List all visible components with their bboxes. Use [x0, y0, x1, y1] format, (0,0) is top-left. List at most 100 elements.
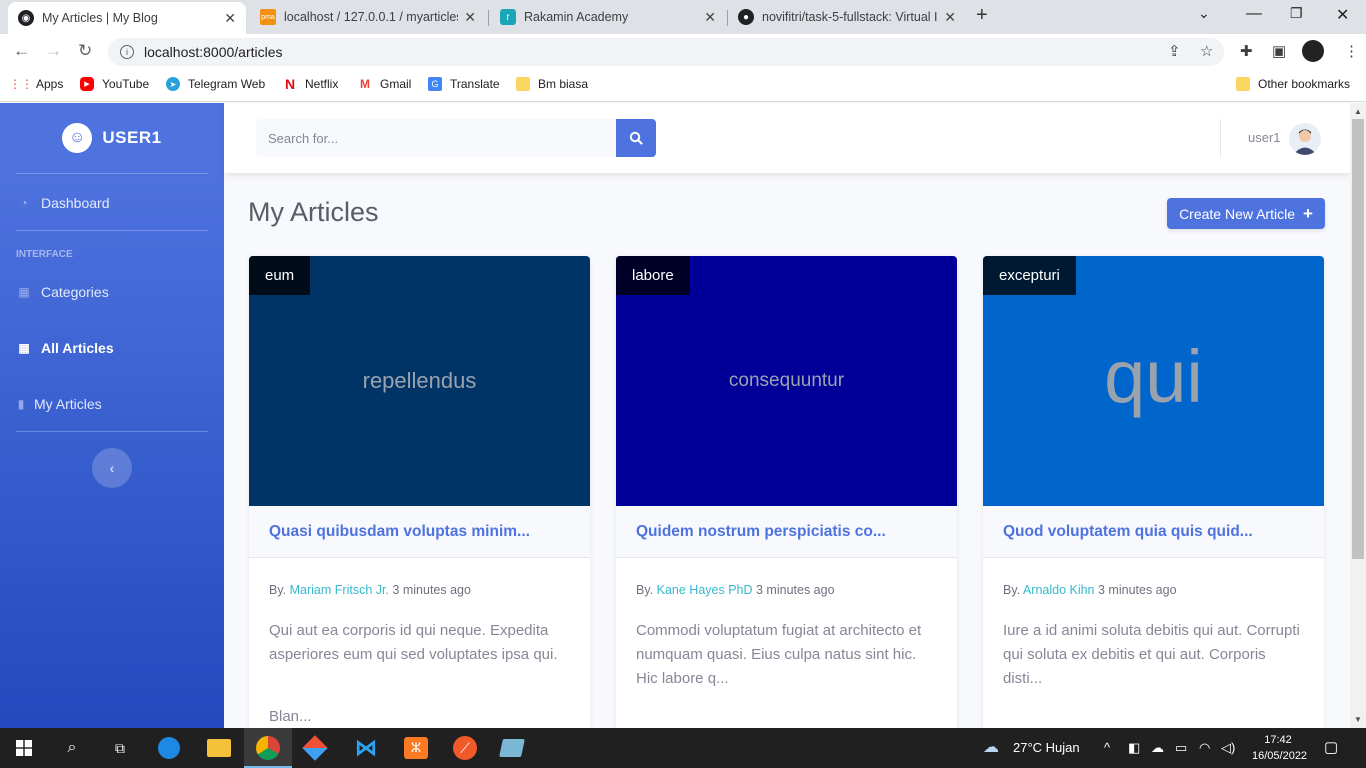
- article-excerpt: Qui aut ea corporis id qui neque. Expedi…: [269, 622, 558, 663]
- close-tab-icon[interactable]: ✕: [704, 9, 716, 26]
- topbar-divider: [1220, 119, 1221, 157]
- meet-now-icon[interactable]: ◧: [1128, 740, 1140, 756]
- table-icon: ▦: [18, 341, 30, 355]
- sidebar-item-all-articles[interactable]: ▦ All Articles: [16, 340, 113, 356]
- new-tab-button[interactable]: +: [976, 4, 988, 27]
- article-title[interactable]: Quidem nostrum perspiciatis co...: [616, 506, 957, 558]
- sidebar-brand[interactable]: ☺ USER1: [0, 103, 224, 173]
- bookmark-netflix[interactable]: N Netflix: [283, 76, 338, 92]
- tachometer-icon: ◔: [20, 196, 28, 210]
- bookmark-youtube[interactable]: ▶ YouTube: [80, 77, 149, 91]
- create-article-button[interactable]: Create New Article +: [1167, 198, 1325, 229]
- show-hidden-icons-icon[interactable]: ^: [1104, 740, 1110, 755]
- extensions-puzzle-icon[interactable]: ✚: [1240, 42, 1253, 60]
- scroll-up-icon[interactable]: ▲: [1354, 107, 1362, 116]
- article-title[interactable]: Quasi quibusdam voluptas minim...: [249, 506, 590, 558]
- bookmark-translate[interactable]: G Translate: [428, 77, 500, 91]
- search-form: [256, 119, 656, 157]
- file-explorer-icon[interactable]: [207, 739, 231, 757]
- phpmyadmin-icon: pma: [260, 9, 276, 25]
- windows-start-icon[interactable]: [12, 736, 36, 760]
- vscode-icon[interactable]: ⋈: [354, 735, 378, 760]
- browser-tab-strip: ◉ My Articles | My Blog ✕ pma localhost …: [0, 0, 1366, 34]
- search-input[interactable]: [256, 119, 616, 157]
- sidebar-toggle-button[interactable]: ‹: [92, 448, 132, 488]
- article-more-text: Blan...: [269, 708, 312, 725]
- xampp-icon[interactable]: ⵣ: [404, 737, 428, 759]
- tab-rakamin[interactable]: r Rakamin Academy ✕: [490, 0, 726, 34]
- laugh-wink-icon: ☺: [62, 123, 93, 153]
- sidebar-item-dashboard[interactable]: ◔ Dashboard: [16, 195, 109, 211]
- sidebar-item-my-articles[interactable]: ▮ My Articles: [16, 396, 102, 412]
- tab-phpmyadmin[interactable]: pma localhost / 127.0.0.1 / myarticles ✕: [250, 0, 486, 34]
- share-icon[interactable]: ⇪: [1168, 42, 1181, 60]
- close-window-icon[interactable]: ✕: [1336, 5, 1349, 25]
- author-link[interactable]: Mariam Fritsch Jr.: [290, 583, 389, 597]
- url-text: localhost:8000/articles: [144, 44, 283, 60]
- github-icon: ●: [738, 9, 754, 25]
- topbar: user1: [224, 103, 1350, 173]
- bookmark-apps[interactable]: ⋮⋮ Apps: [9, 77, 63, 91]
- star-bookmark-icon[interactable]: ☆: [1200, 42, 1213, 60]
- user-avatar[interactable]: [1289, 123, 1321, 155]
- category-badge: labore: [616, 256, 690, 295]
- taskbar-clock[interactable]: 17:42 16/05/2022: [1252, 732, 1307, 764]
- back-arrow-icon[interactable]: ←: [13, 41, 30, 61]
- sidebar-divider: [16, 230, 208, 231]
- postman-icon[interactable]: ⟋: [453, 736, 477, 760]
- battery-icon[interactable]: ▭: [1175, 740, 1187, 756]
- close-tab-icon[interactable]: ✕: [944, 9, 956, 26]
- article-excerpt: Commodi voluptatum fugiat at architecto …: [636, 622, 922, 687]
- bookmark-folder-bm-biasa[interactable]: Bm biasa: [516, 77, 588, 91]
- article-image-text: qui: [1104, 334, 1203, 418]
- user-name[interactable]: user1: [1248, 130, 1281, 145]
- article-title[interactable]: Quod voluptatem quia quis quid...: [983, 506, 1324, 558]
- sidebar-item-categories[interactable]: ▦ Categories: [16, 284, 108, 300]
- address-bar[interactable]: i localhost:8000/articles: [108, 38, 1224, 66]
- scrollbar-thumb[interactable]: [1352, 119, 1364, 559]
- wifi-icon[interactable]: ◠: [1199, 740, 1210, 756]
- scroll-down-icon[interactable]: ▼: [1354, 715, 1362, 724]
- edge-icon[interactable]: [158, 737, 180, 759]
- notifications-icon[interactable]: ▢: [1324, 738, 1338, 756]
- sidebar-divider: [16, 173, 208, 174]
- site-info-icon[interactable]: i: [120, 45, 134, 59]
- reload-icon[interactable]: ↻: [78, 41, 92, 61]
- article-meta: By. Arnaldo Kihn 3 minutes ago: [1003, 583, 1177, 597]
- search-button[interactable]: [616, 119, 656, 157]
- article-excerpt: Iure a id animi soluta debitis qui aut. …: [1003, 622, 1300, 687]
- search-icon: [629, 131, 643, 145]
- bookmark-other[interactable]: Other bookmarks: [1236, 77, 1350, 91]
- article-card: repellendus eum Quasi quibusdam voluptas…: [249, 256, 590, 736]
- bookmark-gmail[interactable]: M Gmail: [358, 77, 411, 91]
- tab-github[interactable]: ● novifitri/task-5-fullstack: Virtual I …: [728, 0, 966, 34]
- weather-text[interactable]: 27°C Hujan: [1013, 740, 1080, 755]
- onedrive-cloud-icon[interactable]: ☁: [1151, 740, 1164, 756]
- minimize-icon[interactable]: —: [1246, 5, 1262, 23]
- search-icon[interactable]: ⌕: [60, 736, 84, 760]
- close-tab-icon[interactable]: ✕: [224, 10, 236, 27]
- chrome-icon[interactable]: [256, 736, 280, 760]
- weather-rain-icon[interactable]: ☁: [983, 737, 999, 757]
- git-tool-icon[interactable]: [302, 735, 328, 761]
- page-title: My Articles: [248, 197, 379, 227]
- forward-arrow-icon[interactable]: →: [45, 41, 62, 61]
- author-link[interactable]: Arnaldo Kihn: [1023, 583, 1095, 597]
- page-scrollbar[interactable]: ▲ ▼: [1350, 103, 1366, 728]
- sidebar-divider: [16, 431, 208, 432]
- app-icon[interactable]: [499, 739, 525, 757]
- author-link[interactable]: Kane Hayes PhD: [657, 583, 753, 597]
- close-tab-icon[interactable]: ✕: [464, 9, 476, 26]
- volume-icon[interactable]: ◁): [1221, 740, 1235, 756]
- profile-avatar-icon[interactable]: [1302, 40, 1324, 62]
- tab-search-icon[interactable]: ⌄: [1198, 5, 1210, 22]
- side-panel-icon[interactable]: ▣: [1272, 42, 1286, 60]
- menu-dots-icon[interactable]: ⋮: [1344, 42, 1359, 60]
- article-meta: By. Mariam Fritsch Jr. 3 minutes ago: [269, 583, 471, 597]
- globe-icon: ◉: [18, 10, 34, 26]
- bookmark-telegram[interactable]: ➤ Telegram Web: [166, 77, 265, 91]
- windows-logo-icon: [16, 740, 32, 756]
- task-view-icon[interactable]: ⧉: [108, 736, 132, 760]
- restore-icon[interactable]: ❐: [1290, 5, 1303, 22]
- tab-my-articles[interactable]: ◉ My Articles | My Blog ✕: [8, 2, 246, 34]
